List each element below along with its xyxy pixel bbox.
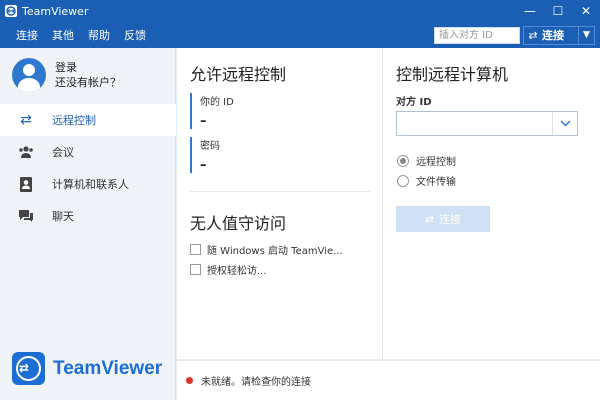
- quick-connect-button[interactable]: ⇄ 连接 ▼: [523, 25, 595, 45]
- window-title: TeamViewer: [22, 4, 89, 18]
- status-text: 未就绪。请检查你的连接: [201, 377, 311, 388]
- sidebar-item-label: 计算机和联系人: [52, 178, 129, 191]
- minimize-button[interactable]: —: [516, 0, 544, 22]
- maximize-button[interactable]: ☐: [544, 0, 572, 22]
- file-transfer-radio-label[interactable]: 文件传输: [416, 173, 456, 188]
- mode-file-transfer[interactable]: 文件传输: [397, 173, 456, 188]
- profile-text: 登录 还没有帐户？: [55, 60, 121, 90]
- menu-other[interactable]: 其他: [52, 27, 74, 43]
- teamviewer-logo-icon: ⇄: [12, 352, 45, 385]
- start-with-windows-label[interactable]: 随 Windows 启动 TeamVie...: [207, 242, 343, 257]
- menu-connect[interactable]: 连接: [16, 27, 38, 43]
- easy-access-label[interactable]: 授权轻松访...: [207, 262, 267, 277]
- teamviewer-app-icon: [5, 5, 17, 17]
- password-block: 密码 –: [190, 137, 220, 173]
- no-account-label[interactable]: 还没有帐户？: [55, 75, 121, 90]
- unattended-title: 无人值守访问: [190, 214, 287, 233]
- sidebar-nav: ⇄ 远程控制 会议 计算机和联系人 聊天: [0, 104, 176, 232]
- sidebar-item-remote-control[interactable]: ⇄ 远程控制: [0, 104, 176, 136]
- allow-remote-title: 允许远程控制: [190, 65, 287, 84]
- easy-access-option[interactable]: 授权轻松访...: [190, 262, 267, 277]
- main-panel: 允许远程控制 你的 ID – 密码 – 无人值守访问 随 Windows 启动 …: [177, 48, 600, 359]
- partner-id-field[interactable]: [397, 112, 552, 135]
- menu-help[interactable]: 帮助: [88, 27, 110, 43]
- allow-remote-section: 允许远程控制 你的 ID – 密码 – 无人值守访问 随 Windows 启动 …: [177, 48, 382, 359]
- people-icon: [0, 145, 52, 159]
- easy-access-checkbox[interactable]: [190, 264, 201, 275]
- remote-control-radio-label[interactable]: 远程控制: [416, 153, 456, 168]
- partner-id-label: 对方 ID: [396, 97, 432, 108]
- menu-bar: 连接 其他 帮助 反馈 ⇄ 连接 ▼: [0, 22, 600, 48]
- menu-feedback[interactable]: 反馈: [124, 27, 146, 43]
- avatar-icon: [12, 58, 46, 92]
- password-value[interactable]: –: [200, 158, 220, 173]
- sign-in-label[interactable]: 登录: [55, 60, 121, 75]
- mode-remote-control[interactable]: 远程控制: [397, 153, 456, 168]
- title-bar: TeamViewer — ☐ ✕: [0, 0, 600, 22]
- connect-arrows-icon: ⇄: [528, 28, 538, 42]
- status-bar: 未就绪。请检查你的连接: [177, 360, 600, 400]
- section-divider: [190, 191, 370, 192]
- control-remote-title: 控制远程计算机: [396, 65, 509, 84]
- brand-name: TeamViewer: [53, 357, 163, 379]
- partner-id-quick-input[interactable]: [434, 26, 520, 44]
- control-remote-section: 控制远程计算机 对方 ID 远程控制 文件传输 ⇄ 连接: [382, 48, 600, 359]
- remote-control-radio[interactable]: [397, 154, 409, 167]
- brand: ⇄ TeamViewer: [12, 352, 162, 385]
- start-with-windows-checkbox[interactable]: [190, 244, 201, 255]
- your-id-value[interactable]: –: [200, 114, 234, 129]
- sidebar-item-computers-contacts[interactable]: 计算机和联系人: [0, 168, 176, 200]
- file-transfer-radio[interactable]: [397, 174, 409, 187]
- connect-arrows-icon: ⇄: [424, 212, 435, 226]
- your-id-label: 你的 ID: [200, 97, 234, 108]
- partner-id-combobox[interactable]: [396, 111, 578, 136]
- quick-connect-label: 连接: [542, 29, 564, 42]
- contacts-icon: [0, 176, 52, 192]
- profile[interactable]: 登录 还没有帐户？: [12, 58, 121, 92]
- sidebar-item-chat[interactable]: 聊天: [0, 200, 176, 232]
- sidebar-item-label: 聊天: [52, 210, 74, 223]
- chat-icon: [0, 209, 52, 223]
- chevron-down-icon[interactable]: ▼: [578, 26, 594, 44]
- connect-button-label: 连接: [439, 213, 462, 226]
- sidebar-item-label: 远程控制: [52, 114, 96, 127]
- sidebar-item-label: 会议: [52, 146, 74, 159]
- sidebar: 登录 还没有帐户？ ⇄ 远程控制 会议 计算机和联系人 聊天 ⇄ TeamVie…: [0, 48, 176, 400]
- close-button[interactable]: ✕: [572, 0, 600, 22]
- arrows-icon: ⇄: [20, 112, 32, 128]
- password-label: 密码: [200, 141, 220, 152]
- status-indicator-icon: [186, 377, 193, 384]
- start-with-windows-option[interactable]: 随 Windows 启动 TeamVie...: [190, 242, 343, 257]
- chevron-down-icon[interactable]: [552, 112, 577, 135]
- sidebar-item-meeting[interactable]: 会议: [0, 136, 176, 168]
- your-id-block: 你的 ID –: [190, 93, 234, 129]
- connect-button[interactable]: ⇄ 连接: [396, 206, 490, 232]
